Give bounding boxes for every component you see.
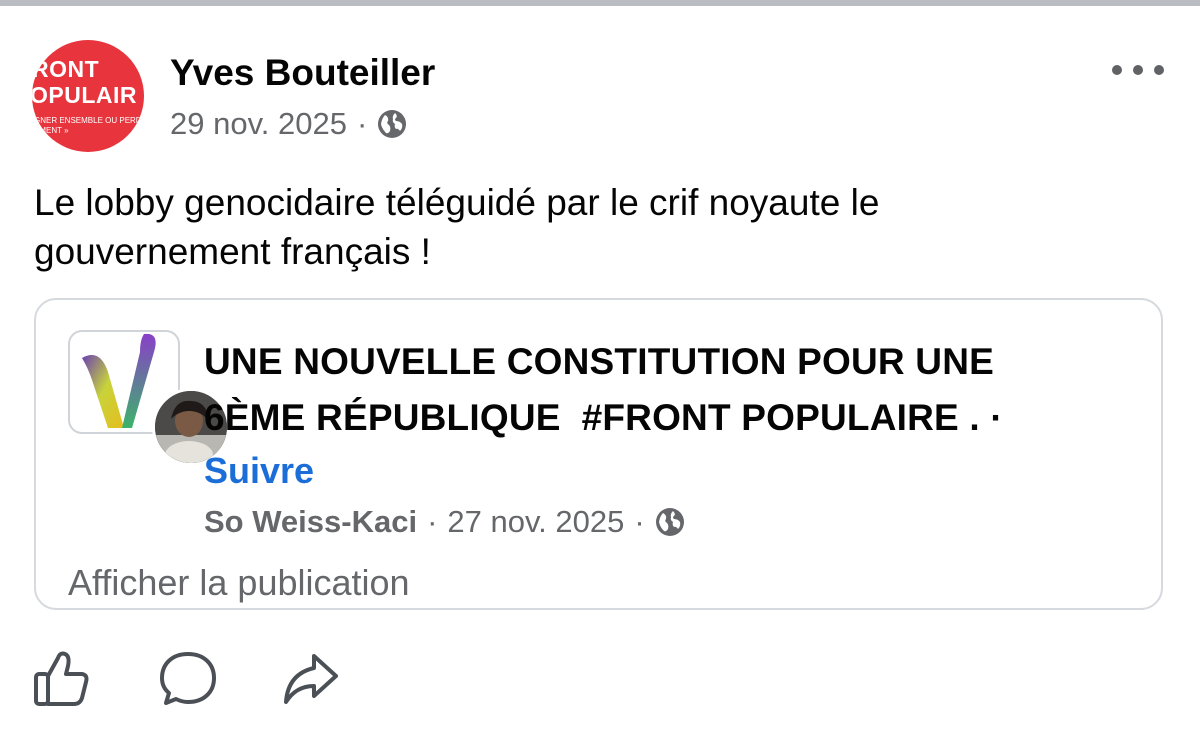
meta-separator: · (356, 106, 368, 141)
shared-meta-separator: · (427, 504, 438, 539)
comment-icon[interactable] (156, 646, 220, 710)
globe-icon (377, 109, 407, 139)
avatar-text-line3b: ÉMENT » (34, 126, 69, 135)
post-text-line2: gouvernement français ! (34, 231, 431, 272)
post-meta: 29 nov. 2025 · (170, 106, 407, 142)
more-options-icon[interactable] (1112, 58, 1164, 82)
author-name[interactable]: Yves Bouteiller (170, 52, 435, 94)
author-avatar[interactable]: RONT OPULAIR GNER ENSEMBLE OU PERD ÉMENT… (32, 40, 144, 152)
avatar-text-line1: RONT (32, 56, 100, 82)
avatar-text-line3a: GNER ENSEMBLE OU PERD (34, 116, 142, 125)
shared-meta-separator-2: · (634, 504, 645, 539)
post-date[interactable]: 29 nov. 2025 (170, 106, 347, 142)
post-text: Le lobby genocidaire téléguidé par le cr… (34, 178, 1154, 276)
shared-group-title[interactable]: UNE NOUVELLE CONSTITUTION POUR UNE 6ÈME … (204, 334, 1134, 446)
shared-title-line1: UNE NOUVELLE CONSTITUTION POUR UNE (204, 341, 994, 382)
shared-title-line2: 6ÈME RÉPUBLIQUE #FRONT POPULAIRE . · (204, 397, 1003, 438)
shared-post-date[interactable]: 27 nov. 2025 (447, 504, 624, 540)
shared-post-meta: So Weiss-Kaci · 27 nov. 2025 · (204, 504, 685, 540)
avatar-text-line2: OPULAIR (32, 82, 137, 108)
facebook-post: RONT OPULAIR GNER ENSEMBLE OU PERD ÉMENT… (0, 6, 1200, 736)
follow-button[interactable]: Suivre (204, 450, 314, 492)
shared-post-card[interactable]: UNE NOUVELLE CONSTITUTION POUR UNE 6ÈME … (34, 298, 1163, 610)
group-thumbnail[interactable] (68, 330, 230, 466)
view-post-link[interactable]: Afficher la publication (68, 562, 410, 604)
thumbs-up-icon[interactable] (30, 646, 94, 710)
avatar-text-line3: GNER ENSEMBLE OU PERD ÉMENT » (34, 116, 142, 136)
shared-author-name[interactable]: So Weiss-Kaci (204, 504, 417, 540)
post-actions (30, 646, 350, 712)
globe-icon (655, 507, 685, 537)
post-text-line1: Le lobby genocidaire téléguidé par le cr… (34, 182, 880, 223)
share-icon[interactable] (278, 646, 342, 710)
